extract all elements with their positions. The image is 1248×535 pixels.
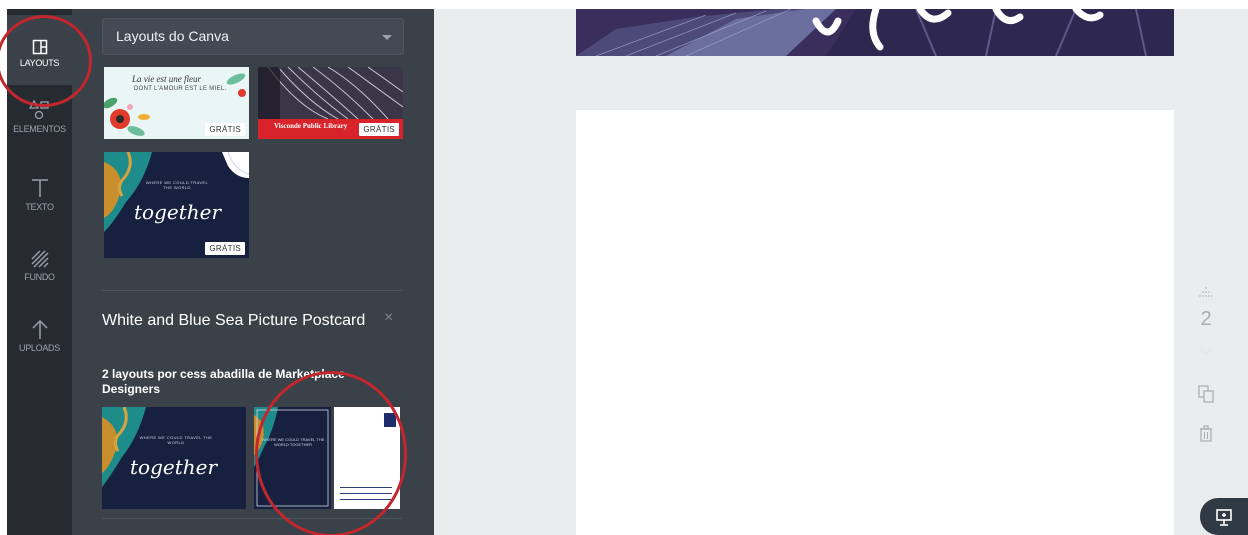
upload-icon: [31, 319, 48, 339]
text-icon: [31, 179, 48, 197]
dropdown-value: Layouts do Canva: [116, 28, 229, 44]
design-page-1-photo[interactable]: [576, 9, 1174, 56]
present-button[interactable]: [1200, 498, 1248, 535]
delete-page-icon[interactable]: [1196, 424, 1216, 444]
sidebar-item-label: TEXTO: [25, 202, 54, 212]
section-subtitle: 2 layouts por cess abadilla de Marketpla…: [102, 367, 345, 396]
close-icon[interactable]: ×: [384, 309, 393, 327]
page-number: 2: [1200, 308, 1212, 330]
move-down-icon[interactable]: [1196, 346, 1216, 358]
sidebar-item-label: ELEMENTOS: [13, 124, 66, 134]
layout-thumbnail-together[interactable]: WHERE WE COULD TRAVEL THE WORLD together…: [104, 152, 249, 258]
background-icon: [31, 250, 48, 268]
layout-title-text: WHERE WE COULD TRAVEL THE WORLD: [145, 180, 209, 190]
sidebar-item-layouts[interactable]: LAYOUTS: [7, 15, 72, 85]
sidebar-item-background[interactable]: FUNDO: [7, 241, 72, 311]
postcard-title-text: WHERE WE COULD TRAVEL THE WORLD TOGETHER: [261, 437, 325, 447]
free-badge: GRÁTIS: [205, 123, 245, 136]
address-line: [340, 499, 392, 500]
postcard-preview-middle[interactable]: WHERE WE COULD TRAVEL THE WORLD TOGETHER: [254, 407, 331, 509]
section-divider: [102, 290, 402, 291]
design-page-2[interactable]: [576, 110, 1174, 535]
postcard-title-text: WHERE WE COULD TRAVEL THE WORLD: [139, 435, 213, 445]
move-up-icon[interactable]: [1196, 286, 1216, 302]
layout-thumbnail-floral[interactable]: La vie est une fleur DONT L'AMOUR EST LE…: [104, 67, 249, 139]
elements-icon: [28, 99, 49, 120]
free-badge: GRÁTIS: [205, 242, 245, 255]
sidebar-item-uploads[interactable]: UPLOADS: [7, 311, 72, 381]
postcard-preview-front[interactable]: WHERE WE COULD TRAVEL THE WORLD together: [102, 407, 246, 509]
layout-title-text: La vie est une fleur: [132, 74, 201, 84]
layouts-panel: Layouts do Canva La vie est une fleur DO…: [72, 9, 434, 535]
architecture-photo: [258, 67, 403, 119]
sidebar-item-text[interactable]: TEXTO: [7, 169, 72, 239]
sea-texture: [254, 407, 329, 507]
canva-editor: LAYOUTS ELEMENTOS TEXTO FUNDO UPLOADS La…: [0, 0, 1248, 535]
postcard-preview-back[interactable]: [334, 407, 400, 509]
section-divider: [102, 518, 402, 519]
chevron-down-icon: [382, 35, 392, 40]
sidebar-item-label: FUNDO: [24, 272, 55, 282]
layout-script-text: together: [134, 200, 222, 224]
layout-thumbnail-library[interactable]: Visconde Public Library GRÁTIS: [258, 67, 403, 139]
address-line: [340, 487, 392, 488]
layouts-dropdown[interactable]: Layouts do Canva: [102, 18, 404, 55]
sidebar-item-label: LAYOUTS: [19, 58, 60, 68]
sidebar-item-elements[interactable]: ELEMENTOS: [7, 93, 72, 163]
duplicate-page-icon[interactable]: [1196, 384, 1216, 404]
sidebar-item-label: UPLOADS: [19, 343, 60, 353]
layout-title-text: Visconde Public Library: [274, 122, 348, 130]
free-badge: GRÁTIS: [359, 123, 399, 136]
sidebar-rail: LAYOUTS ELEMENTOS TEXTO FUNDO UPLOADS: [7, 9, 72, 535]
layout-subtitle-text: DONT L'AMOUR EST LE MIEL.: [134, 86, 227, 92]
presentation-icon: [1216, 509, 1232, 526]
stamp-box: [384, 413, 396, 427]
section-title: White and Blue Sea Picture Postcard: [102, 312, 366, 329]
building-photo: [576, 9, 1174, 56]
postcard-script-text: together: [130, 455, 218, 479]
address-line: [340, 493, 392, 494]
layouts-icon: [32, 39, 47, 55]
